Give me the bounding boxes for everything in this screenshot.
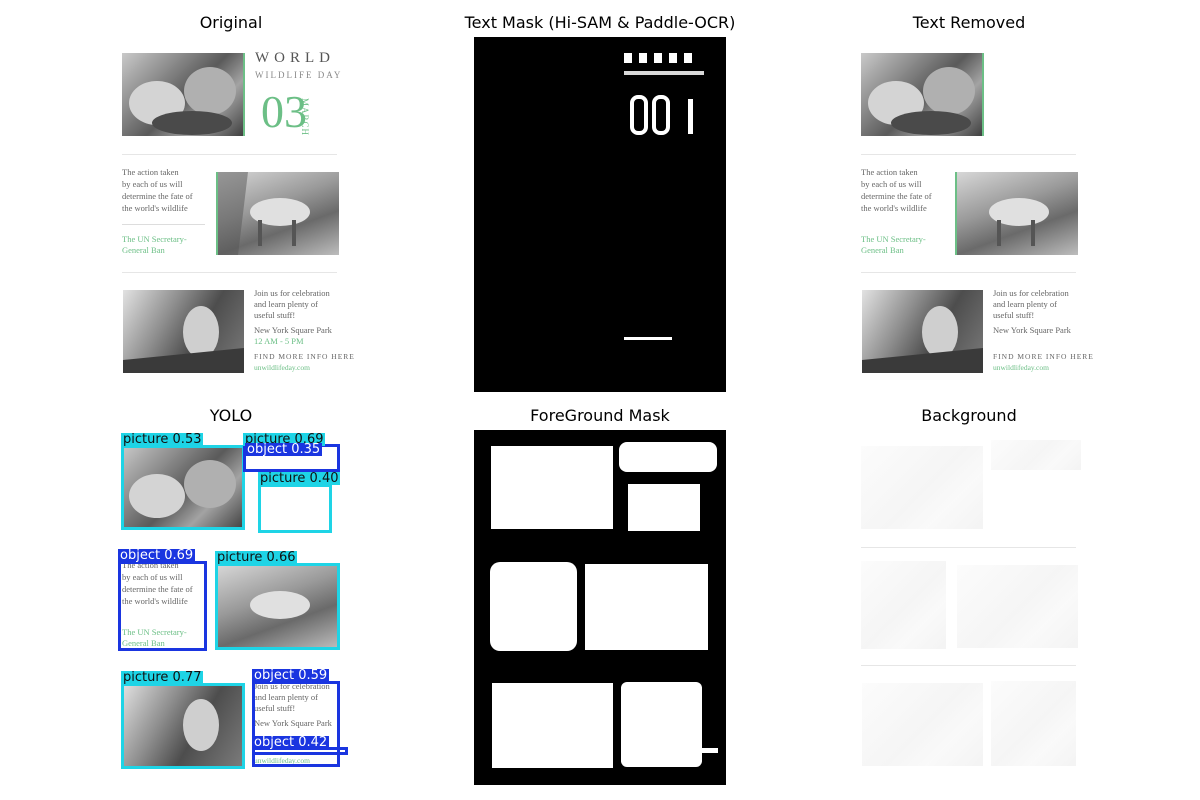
original-poster: WORLD WILDLIFE DAY 03 MARCH The action t… <box>113 38 354 393</box>
detection-label-picture-066: picture 0.66 <box>215 550 298 565</box>
cheetah-photo <box>862 290 983 373</box>
author-line-1: The UN Secretary- <box>861 234 926 244</box>
title-world: WORLD <box>255 50 335 66</box>
panel-title-text-removed: Text Removed <box>912 13 1026 32</box>
detection-box-picture-077 <box>121 683 245 769</box>
quote-line-3: determine the fate of <box>122 191 193 201</box>
detection-box-picture-040 <box>258 484 332 533</box>
detection-label-picture-053: picture 0.53 <box>121 432 204 447</box>
quote-block <box>861 561 946 649</box>
website: unwildlifeday.com <box>993 363 1049 372</box>
quote-line-1: The action taken <box>122 167 179 177</box>
invite-line-2: and learn plenty of <box>254 299 318 309</box>
text-mask-image <box>474 37 726 392</box>
invite-line-3: useful stuff! <box>254 310 296 320</box>
wolves-photo <box>861 53 983 136</box>
invite-line-1: Join us for celebration <box>993 288 1069 298</box>
detection-box-picture-053 <box>121 445 245 530</box>
detection-label-picture-040: picture 0.40 <box>258 471 341 486</box>
quote-line-2: by each of us will <box>122 179 183 189</box>
detection-label-object-042: object 0.42 <box>252 735 330 750</box>
panel-title-foreground-mask: ForeGround Mask <box>530 406 670 425</box>
wolves-photo <box>122 53 244 136</box>
cheetah-photo <box>123 290 244 373</box>
invite-line-1: Join us for celebration <box>254 288 330 298</box>
quote-line-4: the world's wildlife <box>861 203 927 213</box>
text-removed-poster: The action taken by each of us will dete… <box>852 38 1093 393</box>
quote-line-1: The action taken <box>861 167 918 177</box>
panel-title-yolo: YOLO <box>209 406 253 425</box>
text-mask-strokes <box>624 53 704 340</box>
date-month: MARCH <box>300 98 310 137</box>
detection-box-picture-066 <box>215 563 340 650</box>
invite-block <box>991 681 1076 766</box>
antelope-photo <box>957 565 1078 648</box>
author-line-2: General Ban <box>122 245 165 255</box>
detection-label-object-069: object 0.69 <box>118 548 196 563</box>
detection-label-object-059: object 0.59 <box>252 668 330 683</box>
detection-label-object-035: object 0.35 <box>245 442 323 457</box>
detection-box-object-069 <box>118 561 207 651</box>
quote-line-2: by each of us will <box>861 179 922 189</box>
antelope-photo <box>957 172 1078 255</box>
panel-title-original: Original <box>199 13 263 32</box>
find-more: FIND MORE INFO HERE <box>993 352 1094 361</box>
hours: 12 AM - 5 PM <box>254 336 304 346</box>
foreground-mask-image <box>474 430 726 785</box>
quote-line-4: the world's wildlife <box>122 203 188 213</box>
wolves-photo <box>861 446 983 529</box>
author-line-2: General Ban <box>861 245 904 255</box>
title-wildlife-day: WILDLIFE DAY <box>255 70 343 80</box>
venue: New York Square Park <box>254 325 332 335</box>
quote-line-3: determine the fate of <box>861 191 932 201</box>
cheetah-photo <box>862 683 983 766</box>
antelope-photo <box>218 172 339 255</box>
invite-line-3: useful stuff! <box>993 310 1035 320</box>
panel-title-text-mask: Text Mask (Hi-SAM & Paddle-OCR) <box>464 13 736 32</box>
venue: New York Square Park <box>993 325 1071 335</box>
author-line-1: The UN Secretary- <box>122 234 187 244</box>
panel-title-background: Background <box>921 406 1017 425</box>
website: unwildlifeday.com <box>254 363 310 372</box>
detection-label-picture-077: picture 0.77 <box>121 670 204 685</box>
invite-line-2: and learn plenty of <box>993 299 1057 309</box>
background-image <box>852 431 1088 786</box>
placeholder-block <box>991 440 1081 470</box>
find-more: FIND MORE INFO HERE <box>254 352 355 361</box>
